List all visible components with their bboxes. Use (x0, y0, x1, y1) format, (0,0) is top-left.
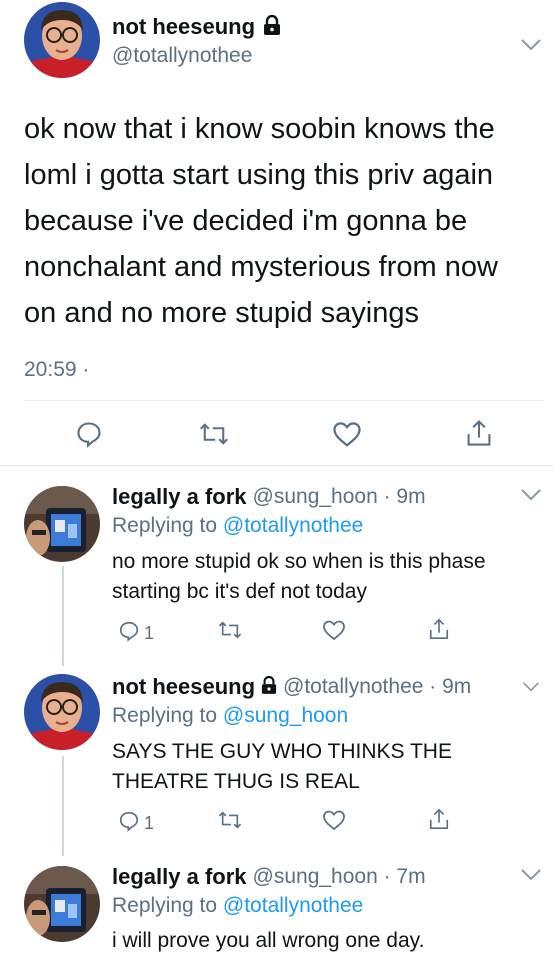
retweet-icon[interactable] (199, 420, 229, 453)
divider (0, 465, 553, 466)
reply-text: no more stupid ok so when is this phase … (112, 547, 542, 607)
reply-header: legally a fork @sung_hoon · 9m (112, 484, 426, 510)
reply-line: SAYS THE GUY WHO THINKS THE (112, 740, 452, 763)
reply-button[interactable]: 1 (118, 620, 154, 647)
more-options-chevron-icon[interactable] (522, 680, 540, 698)
reply-button[interactable]: 1 (118, 810, 154, 837)
like-icon[interactable] (322, 619, 346, 646)
replying-to-handle[interactable]: @totallynothee (223, 514, 363, 537)
display-name[interactable]: not heeseung (112, 14, 255, 40)
reply-line: i will prove you all wrong one day. (112, 929, 425, 952)
like-icon[interactable] (322, 809, 346, 836)
reply-count: 1 (144, 623, 155, 643)
replying-label: Replying to (112, 514, 218, 537)
like-icon[interactable] (332, 420, 362, 453)
tweet-text: ok now that i know soobin knows the loml… (24, 106, 544, 336)
avatar[interactable] (24, 2, 100, 78)
reply-text: SAYS THE GUY WHO THINKS THE THEATRE THUG… (112, 737, 542, 797)
replying-to-handle[interactable]: @sung_hoon (223, 704, 348, 727)
reply-text: i will prove you all wrong one day. (112, 926, 542, 956)
reply-header: legally a fork @sung_hoon · 7m (112, 864, 426, 890)
avatar[interactable] (24, 486, 100, 562)
thread-line (62, 756, 64, 856)
main-author-row: not heeseung (112, 14, 281, 40)
replying-to: Replying to @totallynothee (112, 894, 363, 918)
more-options-chevron-icon[interactable] (520, 868, 542, 887)
reply-icon[interactable] (75, 420, 103, 453)
share-icon[interactable] (465, 418, 493, 453)
share-icon[interactable] (428, 617, 450, 646)
tweet-line: ok now that i know soobin knows the (24, 113, 495, 145)
replying-to: Replying to @sung_hoon (112, 704, 348, 728)
replying-label: Replying to (112, 894, 218, 917)
thread-line (62, 566, 64, 666)
tweet-line: nonchalant and mysterious from now (24, 251, 498, 283)
replying-label: Replying to (112, 704, 218, 727)
display-name[interactable]: legally a fork (112, 864, 247, 890)
reply-line: no more stupid ok so when is this phase (112, 550, 486, 573)
more-options-chevron-icon[interactable] (520, 38, 542, 57)
replying-to-handle[interactable]: @totallynothee (223, 894, 363, 917)
reply-line: starting bc it's def not today (112, 580, 367, 603)
display-name[interactable]: legally a fork (112, 484, 247, 510)
lock-icon (263, 14, 281, 40)
reply-header: not heeseung @totallynothee · 9m (112, 674, 471, 700)
avatar[interactable] (24, 674, 100, 750)
retweet-icon[interactable] (218, 809, 242, 836)
reply-icon (118, 620, 140, 647)
reply-count: 1 (144, 813, 155, 833)
reply-meta[interactable]: @sung_hoon · 9m (253, 485, 426, 509)
lock-icon (261, 675, 277, 699)
retweet-icon[interactable] (218, 619, 242, 646)
tweet-line: on and no more stupid sayings (24, 297, 419, 329)
share-icon[interactable] (428, 807, 450, 836)
timestamp[interactable]: 20:59 · (24, 358, 89, 382)
reply-icon (118, 810, 140, 837)
reply-meta[interactable]: @totallynothee · 9m (283, 675, 471, 699)
more-options-chevron-icon[interactable] (520, 488, 542, 507)
divider (24, 400, 544, 401)
display-name[interactable]: not heeseung (112, 674, 255, 700)
replying-to: Replying to @totallynothee (112, 514, 363, 538)
handle[interactable]: @totallynothee (112, 44, 252, 68)
reply-line: THEATRE THUG IS REAL (112, 770, 360, 793)
tweet-line: because i've decided i'm gonna be (24, 205, 468, 237)
reply-meta[interactable]: @sung_hoon · 7m (253, 865, 426, 889)
tweet-line: loml i gotta start using this priv again (24, 159, 494, 191)
avatar[interactable] (24, 866, 100, 942)
